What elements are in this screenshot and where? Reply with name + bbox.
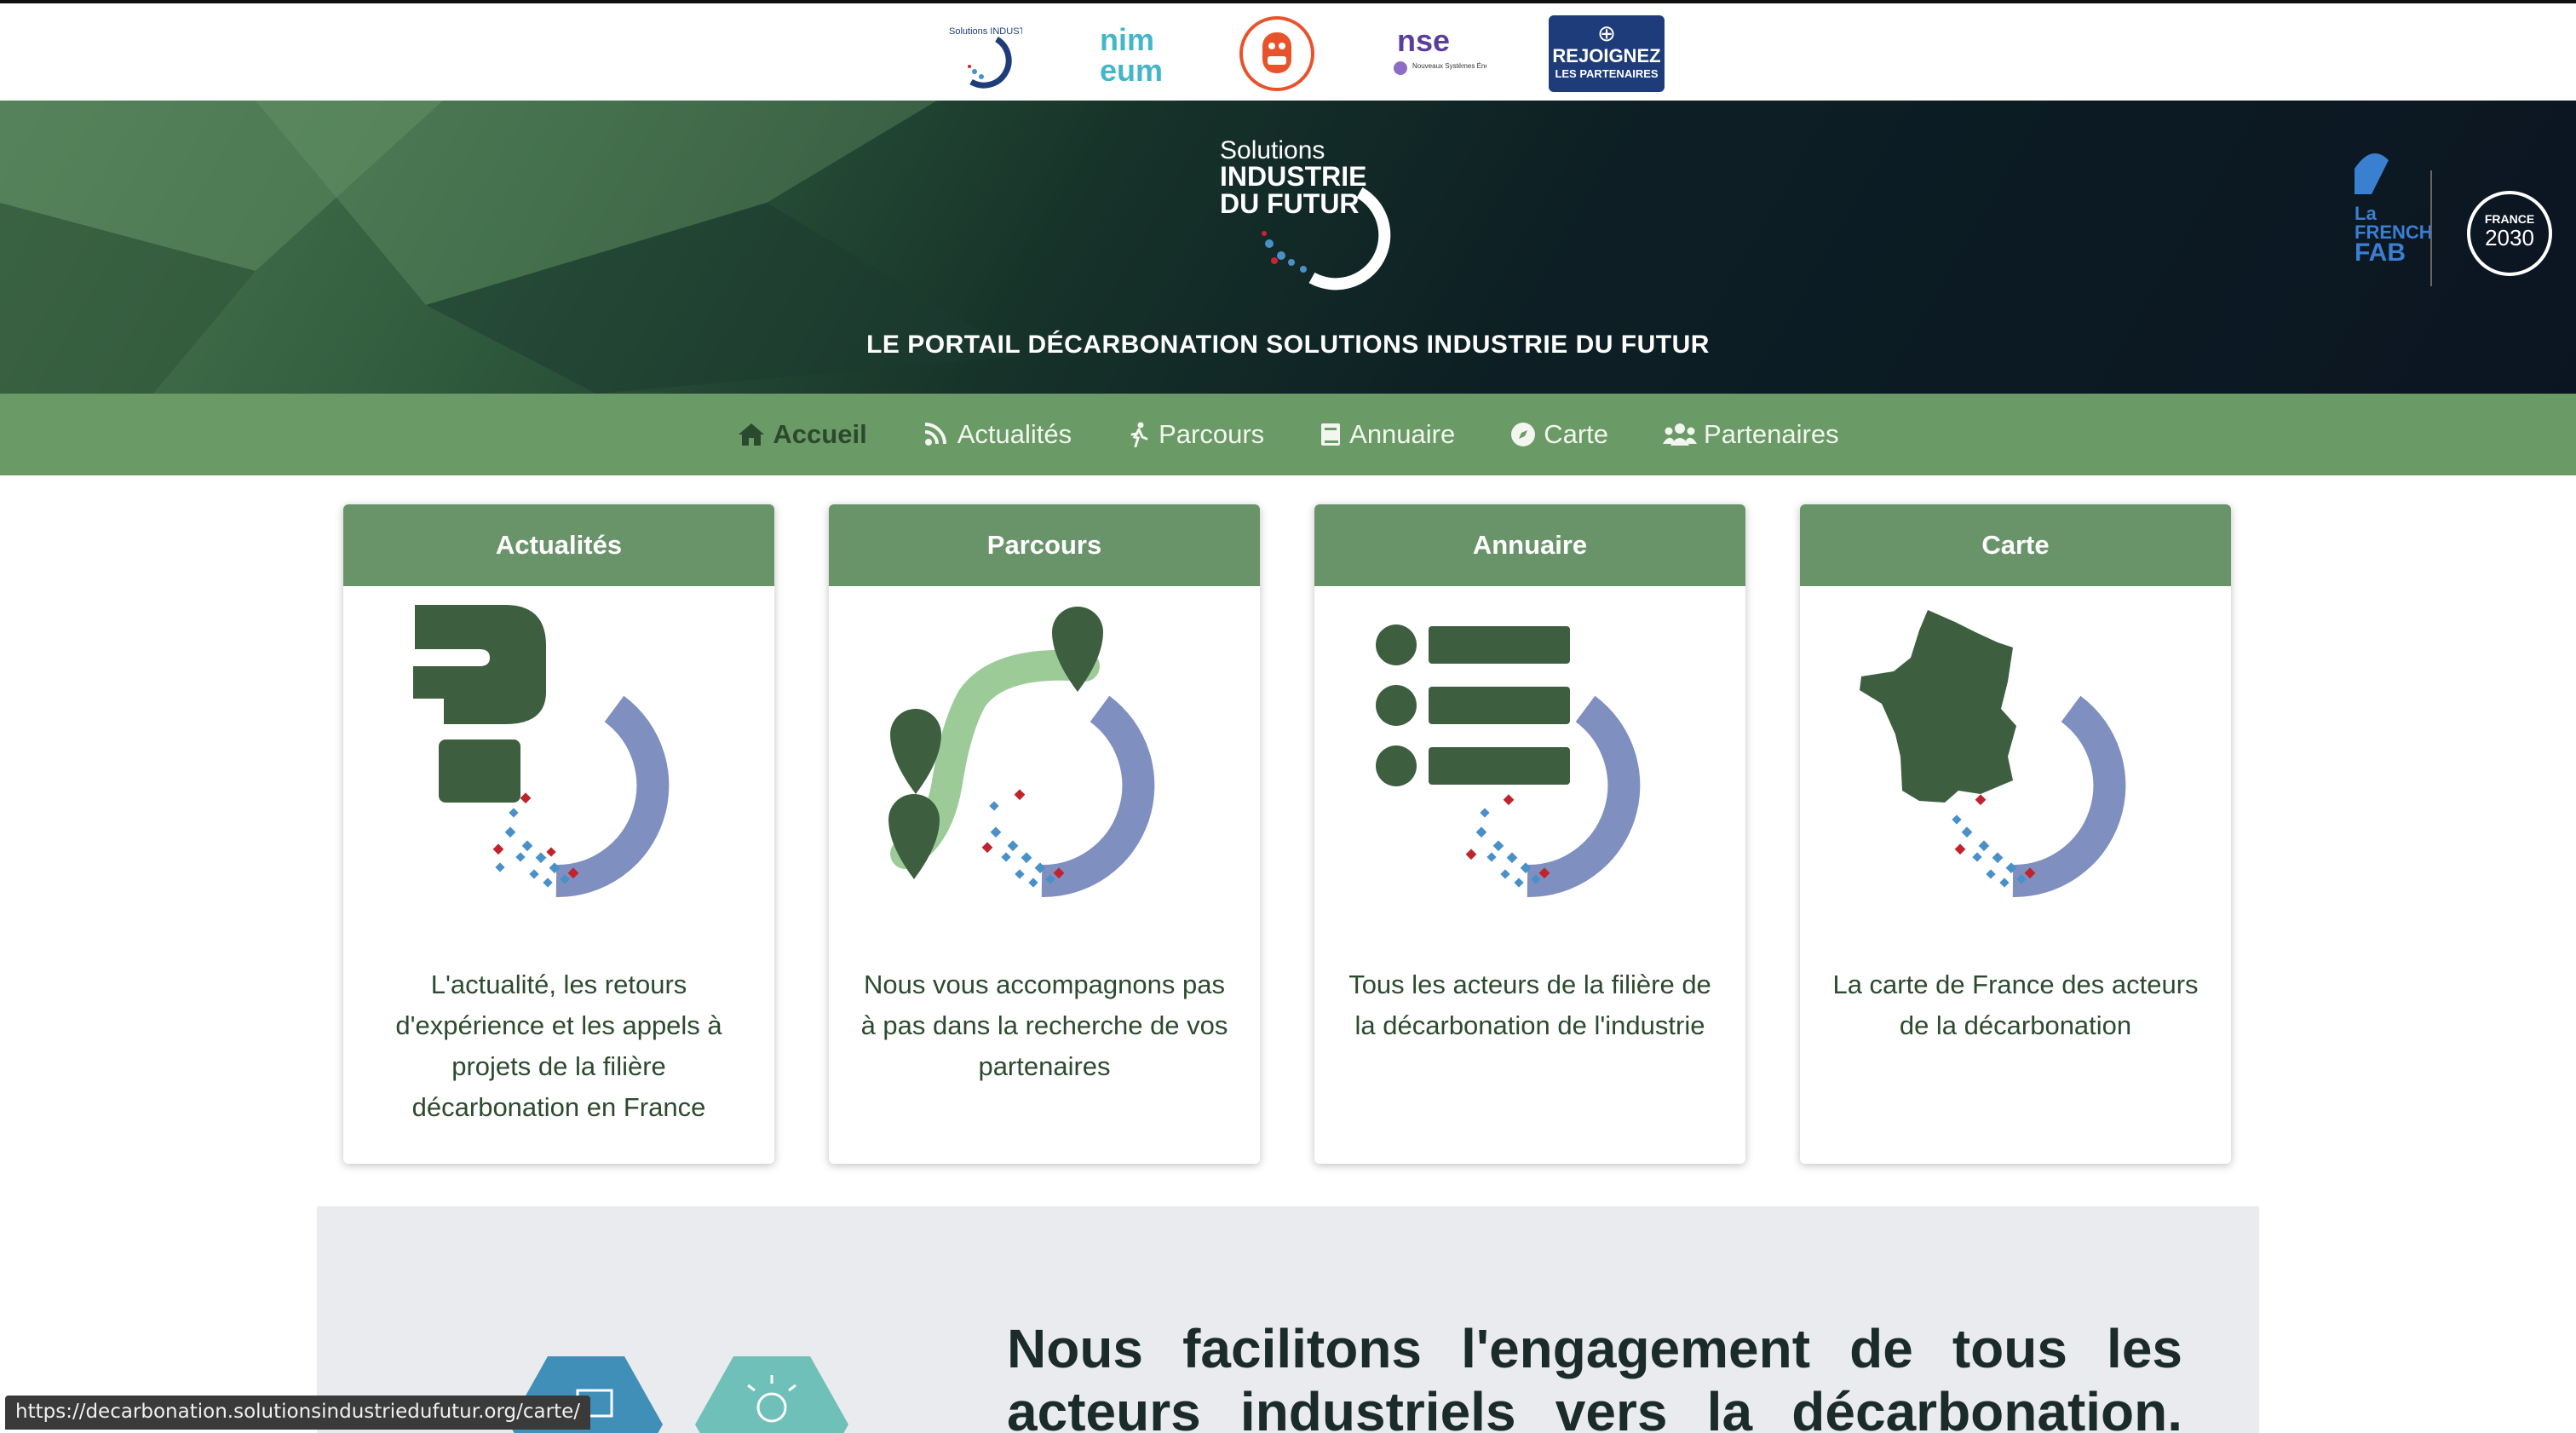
sif-logo[interactable]: Solutions INDUSTRIE DU FUTUR	[946, 14, 1022, 94]
question-mark-icon	[343, 598, 774, 913]
partner-logo-strip: Solutions INDUSTRIE DU FUTUR nim eum nse…	[0, 0, 2576, 101]
france-2030-logo: FRANCE 2030	[2467, 191, 2552, 276]
svg-text:DU FUTUR: DU FUTUR	[1220, 188, 1360, 219]
nimeum-logo[interactable]: nim eum	[1095, 14, 1163, 94]
compass-icon	[1511, 423, 1536, 446]
card-title: Actualités	[343, 504, 774, 586]
hero-partner-logos: La FRENCH FAB FRANCE 2030	[2320, 135, 2576, 288]
nav-label: Carte	[1544, 419, 1609, 449]
card-actualites[interactable]: Actualités L'actualité, les retours d'ex…	[343, 504, 774, 1164]
card-title: Annuaire	[1314, 504, 1745, 586]
card-description: Tous les acteurs de la filière de la déc…	[1348, 970, 1711, 1040]
nav-item-carte[interactable]: Carte	[1509, 419, 1608, 450]
card-description: La carte de France des acteurs de la déc…	[1832, 970, 2199, 1040]
svg-text:FAB: FAB	[2355, 239, 2406, 267]
main-nav: Accueil Actualités Parcours Annuaire Car…	[0, 394, 2576, 475]
sif-hero-logo[interactable]: Solutions INDUSTRIE DU FUTUR	[1210, 133, 1397, 303]
svg-text:FRANCE: FRANCE	[2485, 212, 2534, 226]
card-carte[interactable]: Carte La carte de France des acteurs de …	[1800, 504, 2231, 1164]
section-heading: Nous facilitons l'engagement de tous les…	[1007, 1318, 2182, 1433]
hero-banner: Solutions INDUSTRIE DU FUTUR LE PORTAIL …	[0, 101, 2576, 394]
nav-item-actualites[interactable]: Actualités	[922, 419, 1072, 450]
svg-text:eum: eum	[1100, 53, 1163, 88]
users-icon	[1663, 423, 1698, 446]
hero-title: LE PORTAIL DÉCARBONATION SOLUTIONS INDUS…	[866, 331, 1710, 359]
france-map-icon	[1800, 598, 2231, 913]
svg-text:Nouveaux Systèmes Énergétiques: Nouveaux Systèmes Énergétiques	[1412, 62, 1486, 70]
card-description: L'actualité, les retours d'expérience et…	[395, 970, 722, 1122]
svg-text:nim: nim	[1100, 22, 1154, 57]
rss-icon	[924, 423, 946, 446]
plus-circle-icon: ⊕	[1597, 20, 1616, 46]
join-partners-button[interactable]: ⊕ REJOIGNEZ LES PARTENAIRES	[1549, 15, 1665, 92]
walking-icon	[1130, 422, 1148, 447]
svg-text:2030: 2030	[2485, 225, 2534, 250]
card-title: Parcours	[829, 504, 1260, 586]
svg-text:INDUSTRIE: INDUSTRIE	[1220, 161, 1366, 192]
nav-label: Parcours	[1159, 419, 1265, 449]
nav-item-parcours[interactable]: Parcours	[1126, 419, 1264, 450]
nse-logo[interactable]: nse Nouveaux Systèmes Énergétiques	[1380, 14, 1486, 94]
nav-item-annuaire[interactable]: Annuaire	[1319, 419, 1455, 450]
svg-text:nse: nse	[1397, 23, 1450, 58]
nav-label: Actualités	[957, 419, 1072, 449]
list-icon	[1314, 598, 1745, 913]
nav-label: Annuaire	[1349, 419, 1456, 449]
engagement-section: Nous facilitons l'engagement de tous les…	[317, 1206, 2259, 1433]
book-icon	[1321, 423, 1341, 446]
orange-robot-logo[interactable]	[1237, 14, 1317, 94]
card-description: Nous vous accompagnons pas à pas dans la…	[860, 970, 1228, 1081]
nav-label: Partenaires	[1704, 419, 1839, 449]
join-label: REJOIGNEZ	[1552, 45, 1661, 66]
lightbulb-hex-icon	[695, 1356, 848, 1433]
route-pins-icon	[829, 598, 1260, 913]
nav-item-partenaires[interactable]: Partenaires	[1663, 419, 1839, 450]
home-icon	[739, 423, 765, 446]
nav-item-accueil[interactable]: Accueil	[737, 419, 867, 450]
card-title: Carte	[1800, 504, 2231, 586]
join-sublabel: LES PARTENAIRES	[1555, 67, 1659, 80]
french-fab-logo: La FRENCH FAB	[2355, 153, 2433, 267]
card-parcours[interactable]: Parcours Nous vous accompagnons pas à pa…	[829, 504, 1260, 1164]
card-annuaire[interactable]: Annuaire Tous les acteurs de la filière …	[1314, 504, 1745, 1164]
status-bar-url: https://decarbonation.solutionsindustrie…	[5, 1396, 590, 1430]
nav-label: Accueil	[773, 419, 867, 449]
svg-text:Solutions INDUSTRIE DU FUTUR: Solutions INDUSTRIE DU FUTUR	[949, 26, 1022, 37]
